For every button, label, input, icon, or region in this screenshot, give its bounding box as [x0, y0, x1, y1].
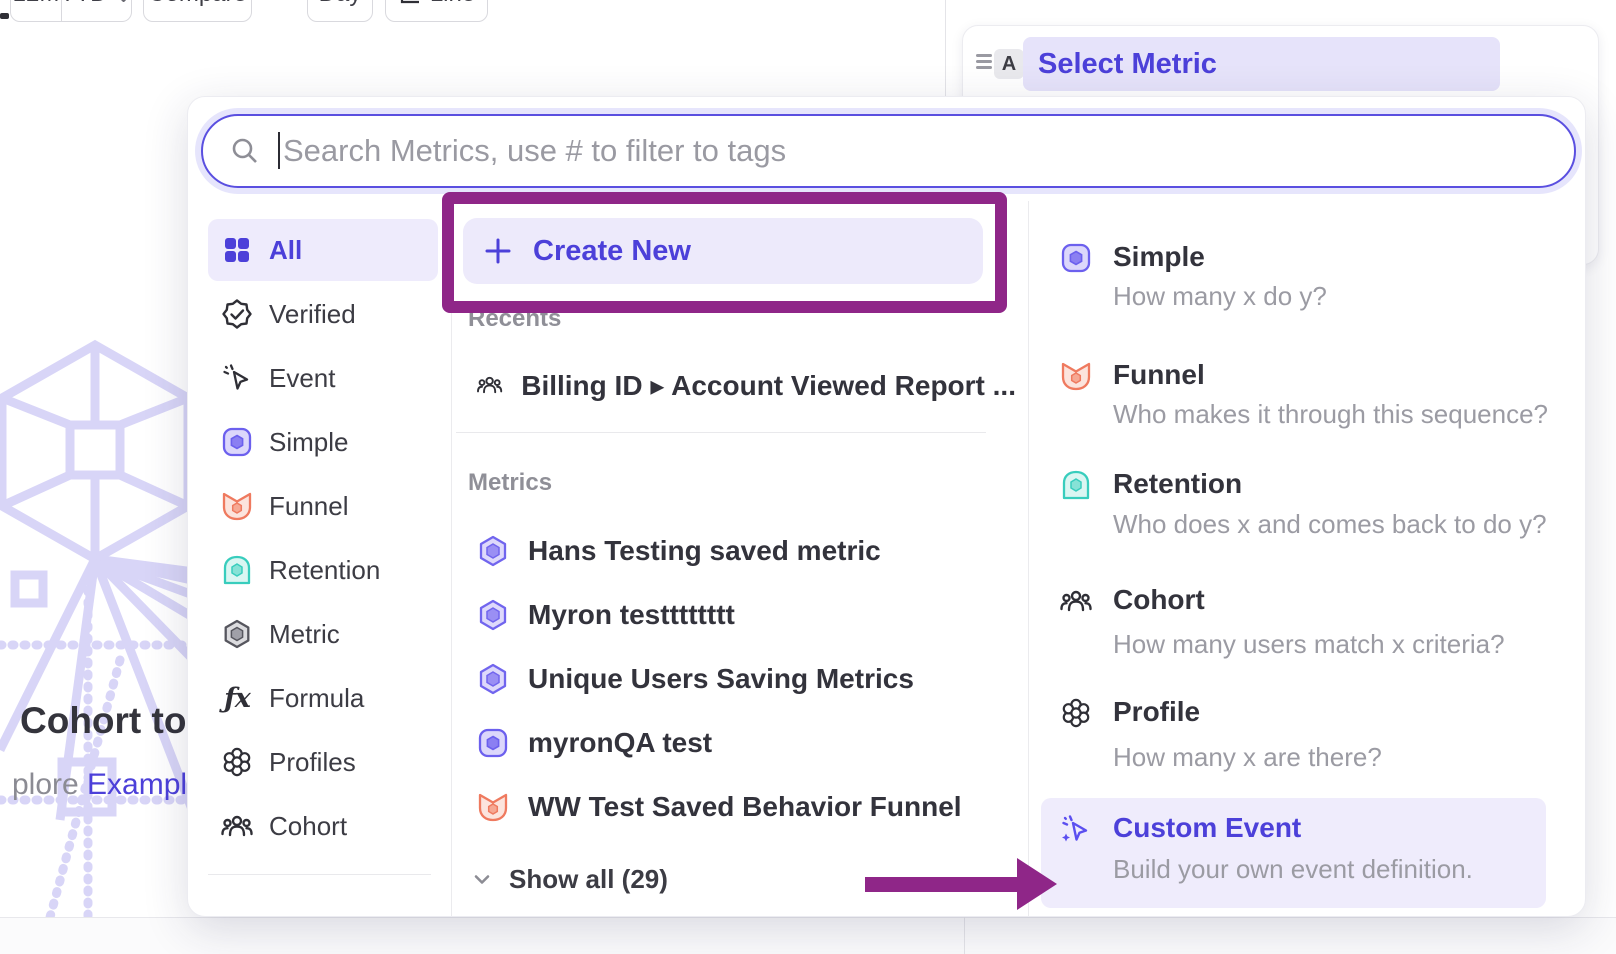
sidebar-divider [208, 874, 431, 875]
type-title: Cohort [1113, 584, 1205, 616]
type-title: Profile [1113, 696, 1200, 728]
simple-metric-icon [476, 726, 510, 760]
line-chart-button[interactable]: Line [385, 0, 488, 22]
metric-list-item[interactable]: Unique Users Saving Metrics [476, 657, 1016, 701]
metric-slot-badge: A [994, 49, 1024, 79]
metric-list-item[interactable]: myronQA test [476, 721, 1016, 765]
select-metric-modal: All Verified Event Simple [187, 96, 1586, 917]
funnel-icon [1059, 359, 1093, 393]
plus-icon [483, 236, 513, 266]
chevron-down-icon: ⌄ [113, 0, 133, 9]
profiles-icon [220, 745, 254, 779]
type-desc: How many x are there? [1113, 742, 1382, 773]
metric-list-item[interactable]: Hans Testing saved metric [476, 529, 1016, 573]
sidebar-item-metric[interactable]: Metric [208, 603, 438, 665]
search-input[interactable] [201, 114, 1576, 188]
sidebar-item-retention[interactable]: Retention [208, 539, 438, 601]
type-title: Simple [1113, 241, 1205, 273]
metric-list-item[interactable]: Myron testttttttt [476, 593, 1016, 637]
sidebar-item-cohort[interactable]: Cohort [208, 795, 438, 857]
sidebar-item-all[interactable]: All [208, 219, 438, 281]
range-12m-button[interactable]: 12M [11, 0, 61, 21]
sidebar-item-funnel[interactable]: Funnel [208, 475, 438, 537]
text-caret [278, 132, 280, 169]
retention-icon [1059, 468, 1093, 502]
event-cursor-icon [220, 361, 254, 395]
page: Cohort to ge plore Example 12M YTD⌄ Comp… [0, 0, 1616, 954]
sidebar-item-simple[interactable]: Simple [208, 411, 438, 473]
type-title: Custom Event [1113, 812, 1301, 844]
sidebar-item-verified[interactable]: Verified [208, 283, 438, 345]
profiles-icon [1059, 696, 1093, 730]
funnel-icon [220, 489, 254, 523]
panel-divider-top [945, 0, 946, 96]
middle-divider [456, 432, 986, 433]
formula-icon: ƒx [220, 683, 254, 714]
search-wrap [201, 114, 1576, 188]
search-icon [229, 135, 261, 167]
range-ytd-button[interactable]: YTD⌄ [61, 0, 131, 21]
metric-hexagon-icon [220, 617, 254, 651]
type-title: Funnel [1113, 359, 1205, 391]
show-all-toggle[interactable]: Show all (29) [469, 859, 668, 899]
sidebar-item-profiles[interactable]: Profiles [208, 731, 438, 793]
type-desc: Build your own event definition. [1113, 854, 1473, 885]
recents-header: Recents [468, 305, 561, 333]
line-chart-icon [398, 0, 422, 6]
metrics-header: Metrics [468, 469, 552, 497]
explore-text: plore [12, 768, 87, 801]
column-divider [451, 201, 452, 917]
sidebar-item-event[interactable]: Event [208, 347, 438, 409]
bottom-strip [0, 917, 1616, 954]
funnel-icon [476, 790, 510, 824]
background-explore-line: plore Example [12, 768, 204, 802]
date-range-group: 12M YTD⌄ [10, 0, 132, 22]
type-desc: How many users match x criteria? [1113, 629, 1505, 660]
chevron-down-icon [469, 866, 495, 892]
retention-icon [220, 553, 254, 587]
simple-metric-icon [220, 425, 254, 459]
saved-metric-hexagon-icon [476, 534, 510, 568]
recent-item[interactable]: Billing ID ▸ Account Viewed Report ... [476, 363, 1016, 407]
select-metric-pill[interactable]: Select Metric [1023, 37, 1500, 91]
simple-metric-icon [1059, 241, 1093, 275]
compare-button[interactable]: Compare [143, 0, 252, 22]
grid-icon [220, 233, 254, 267]
saved-metric-hexagon-icon [476, 662, 510, 696]
type-title: Retention [1113, 468, 1242, 500]
verified-badge-icon [220, 297, 254, 331]
saved-metric-hexagon-icon [476, 598, 510, 632]
type-desc: How many x do y? [1113, 281, 1327, 312]
cohort-icon [1059, 584, 1093, 618]
cohort-icon [476, 368, 503, 402]
day-button[interactable]: Day [307, 0, 373, 22]
column-divider [1028, 201, 1029, 917]
tag-icon [220, 916, 254, 917]
create-new-button[interactable]: Create New [463, 218, 983, 284]
type-desc: Who does x and comes back to do y? [1113, 509, 1547, 540]
panel-divider-bottom [964, 917, 965, 954]
sidebar-item-tags[interactable] [208, 902, 438, 917]
custom-event-icon [1059, 812, 1093, 846]
sidebar-item-formula[interactable]: ƒx Formula [208, 667, 438, 729]
type-desc: Who makes it through this sequence? [1113, 399, 1548, 430]
drag-handle-icon[interactable] [976, 54, 992, 68]
edge-fragment [0, 13, 9, 19]
metric-list-item[interactable]: WW Test Saved Behavior Funnel [476, 785, 1016, 829]
cohort-icon [220, 809, 254, 843]
